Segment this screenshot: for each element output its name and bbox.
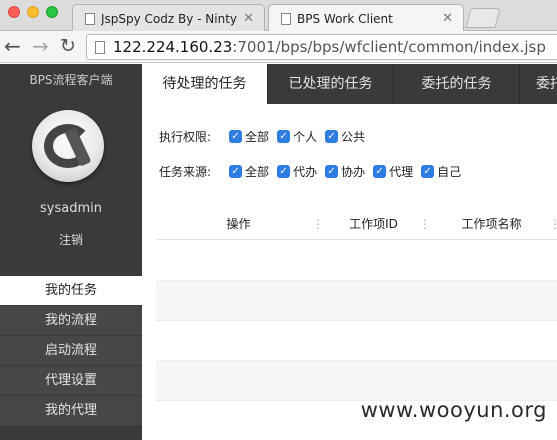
tab-delegation[interactable]: 委托 [520, 64, 557, 104]
minimize-window-button[interactable] [27, 6, 39, 18]
checkbox-checked-icon[interactable]: ✓ [277, 130, 291, 143]
back-arrow-icon[interactable]: ← [4, 35, 21, 57]
tab-pending-tasks[interactable]: 待处理的任务 [142, 64, 268, 104]
sidebar-item-my-agents[interactable]: 我的代理 [0, 396, 142, 426]
tab-title: JspSpy Codz By - Ninty [101, 11, 238, 26]
checkbox-checked-icon[interactable]: ✓ [373, 165, 387, 178]
option-label: 全部 [245, 130, 270, 144]
source-option-agent[interactable]: ✓ 代理 [373, 163, 413, 180]
column-header-action[interactable]: 操作 [156, 208, 321, 240]
close-tab-icon[interactable]: ✕ [243, 11, 254, 26]
page-icon [85, 12, 95, 25]
sidebar-item-my-tasks[interactable]: 我的任务 [0, 276, 142, 306]
main-content: 待处理的任务 已处理的任务 委托的任务 委托 执行权限: ✓ 全部 ✓ 个人 ✓… [142, 64, 557, 440]
column-menu-icon[interactable]: ⋮ [419, 208, 431, 240]
checkbox-checked-icon[interactable]: ✓ [421, 165, 435, 178]
task-tabs: 待处理的任务 已处理的任务 委托的任务 委托 [142, 64, 557, 104]
checkbox-checked-icon[interactable]: ✓ [325, 165, 339, 178]
table-row [156, 321, 557, 361]
address-bar[interactable]: 122.224.160.23:7001/bps/bps/wfclient/com… [86, 34, 557, 60]
app-logo-icon [32, 110, 104, 182]
option-label: 代理 [389, 165, 414, 179]
column-menu-icon[interactable]: ⋮ [312, 208, 324, 240]
page-icon [95, 40, 105, 54]
column-menu-icon[interactable]: ⋮ [549, 208, 557, 240]
page-icon [281, 12, 291, 25]
checkbox-checked-icon[interactable]: ✓ [229, 165, 243, 178]
option-label: 自己 [437, 165, 462, 179]
sidebar-item-start-process[interactable]: 启动流程 [0, 336, 142, 366]
sidebar: BPS流程客户端 sysadmin 注销 我的任务 我的流程 启动流程 代理设置… [0, 64, 142, 440]
table-row [156, 241, 557, 281]
permission-option-public[interactable]: ✓ 公共 [325, 128, 365, 145]
forward-arrow-icon[interactable]: → [32, 35, 49, 57]
column-header-workitem-name[interactable]: 工作项名称 [426, 208, 557, 240]
sidebar-menu: 我的任务 我的流程 启动流程 代理设置 我的代理 [0, 276, 142, 426]
browser-tab-jspspy[interactable]: JspSpy Codz By - Ninty ✕ [72, 4, 265, 32]
checkbox-checked-icon[interactable]: ✓ [325, 130, 339, 143]
column-header-workitem-id[interactable]: 工作项ID [321, 208, 426, 240]
permission-option-personal[interactable]: ✓ 个人 [277, 128, 317, 145]
permission-filter: 执行权限: ✓ 全部 ✓ 个人 ✓ 公共 [159, 128, 373, 145]
source-option-self[interactable]: ✓ 自己 [421, 163, 461, 180]
reload-icon[interactable]: ↻ [60, 35, 76, 57]
option-label: 全部 [245, 165, 270, 179]
logout-link[interactable]: 注销 [0, 231, 142, 248]
permission-label: 执行权限: [159, 130, 212, 144]
new-tab-button[interactable] [465, 8, 501, 28]
source-option-all[interactable]: ✓ 全部 [229, 163, 269, 180]
tab-title: BPS Work Client [297, 11, 393, 26]
checkbox-checked-icon[interactable]: ✓ [229, 130, 243, 143]
sidebar-item-agent-settings[interactable]: 代理设置 [0, 366, 142, 396]
task-grid-header: 操作 ⋮ 工作项ID ⋮ 工作项名称 ⋮ [156, 208, 557, 240]
watermark: www.wooyun.org [360, 398, 547, 422]
source-option-assist[interactable]: ✓ 协办 [325, 163, 365, 180]
option-label: 公共 [341, 130, 366, 144]
source-option-todo[interactable]: ✓ 代办 [277, 163, 317, 180]
close-tab-icon[interactable]: ✕ [442, 11, 453, 26]
permission-option-all[interactable]: ✓ 全部 [229, 128, 269, 145]
table-row [156, 361, 557, 401]
tab-processed-tasks[interactable]: 已处理的任务 [268, 64, 394, 104]
source-label: 任务来源: [159, 165, 212, 179]
url-host: 122.224.160.23 [113, 38, 233, 56]
close-window-button[interactable] [8, 6, 20, 18]
username: sysadmin [40, 201, 102, 216]
option-label: 协办 [341, 165, 366, 179]
source-filter: 任务来源: ✓ 全部 ✓ 代办 ✓ 协办 ✓ 代理 ✓ 自己 [159, 163, 469, 180]
browser-toolbar: ← → ↻ 122.224.160.23:7001/bps/bps/wfclie… [0, 31, 557, 63]
browser-titlebar: JspSpy Codz By - Ninty ✕ BPS Work Client… [0, 0, 557, 32]
tab-delegated-tasks[interactable]: 委托的任务 [394, 64, 520, 104]
sidebar-item-my-processes[interactable]: 我的流程 [0, 306, 142, 336]
option-label: 个人 [293, 130, 318, 144]
option-label: 代办 [293, 165, 318, 179]
app-name: BPS流程客户端 [29, 73, 113, 87]
zoom-window-button[interactable] [46, 6, 58, 18]
browser-tab-bps[interactable]: BPS Work Client ✕ [268, 4, 464, 32]
url-path: :7001/bps/bps/wfclient/common/index.jsp [232, 38, 546, 56]
table-row [156, 281, 557, 321]
checkbox-checked-icon[interactable]: ✓ [277, 165, 291, 178]
